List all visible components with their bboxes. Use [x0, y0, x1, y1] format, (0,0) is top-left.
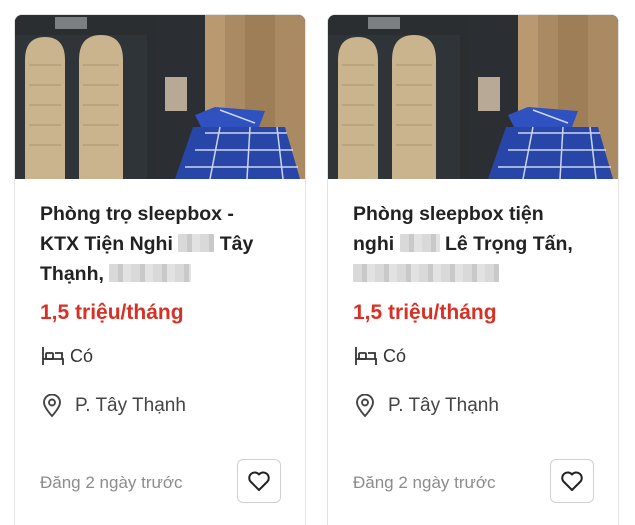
- listing-title[interactable]: Phòng trọ sleepbox - KTX Tiện Nghi Tây T…: [40, 199, 290, 289]
- sleepbox-photo: [15, 15, 305, 179]
- location-text: P. Tây Thạnh: [75, 395, 186, 416]
- furniture-icon: [40, 344, 66, 368]
- listing-photo[interactable]: [328, 15, 618, 179]
- title-text: KTX Tiện Nghi: [40, 233, 173, 255]
- redacted-text: [399, 234, 440, 252]
- listing-price: 1,5 triệu/tháng: [353, 301, 497, 324]
- favorite-button[interactable]: [237, 459, 281, 503]
- listing-location: P. Tây Thạnh: [355, 392, 499, 420]
- map-pin-icon: [355, 394, 375, 418]
- furniture-value: Có: [383, 345, 407, 366]
- title-text: nghi: [353, 233, 395, 255]
- redacted-text: [178, 234, 215, 252]
- listing-title[interactable]: Phòng sleepbox tiện nghi Lê Trọng Tấn,: [353, 199, 603, 289]
- listing-price: 1,5 triệu/tháng: [40, 301, 184, 324]
- listing-photo[interactable]: [15, 15, 305, 179]
- listing-card[interactable]: Phòng sleepbox tiện nghi Lê Trọng Tấn, 1…: [327, 14, 619, 525]
- furniture-feature: Có: [40, 343, 93, 369]
- furniture-value: Có: [70, 345, 94, 366]
- sleepbox-photo: [328, 15, 618, 179]
- title-text: Phòng sleepbox tiện: [353, 203, 544, 225]
- heart-icon: [247, 470, 271, 492]
- title-text: Thạnh,: [40, 263, 104, 285]
- posted-time: Đăng 2 ngày trước: [40, 473, 183, 492]
- favorite-button[interactable]: [550, 459, 594, 503]
- title-text: Phòng trọ sleepbox -: [40, 203, 234, 225]
- redacted-text: [353, 264, 499, 282]
- listing-card[interactable]: Phòng trọ sleepbox - KTX Tiện Nghi Tây T…: [14, 14, 306, 525]
- listing-grid: Phòng trọ sleepbox - KTX Tiện Nghi Tây T…: [0, 0, 635, 525]
- listing-location: P. Tây Thạnh: [42, 392, 186, 420]
- redacted-text: [109, 264, 192, 282]
- furniture-feature: Có: [353, 343, 406, 369]
- furniture-icon: [353, 344, 379, 368]
- location-text: P. Tây Thạnh: [388, 395, 499, 416]
- map-pin-icon: [42, 394, 62, 418]
- heart-icon: [560, 470, 584, 492]
- posted-time: Đăng 2 ngày trước: [353, 473, 496, 492]
- title-text: Tây: [219, 233, 254, 255]
- title-text: Lê Trọng Tấn,: [445, 233, 573, 255]
